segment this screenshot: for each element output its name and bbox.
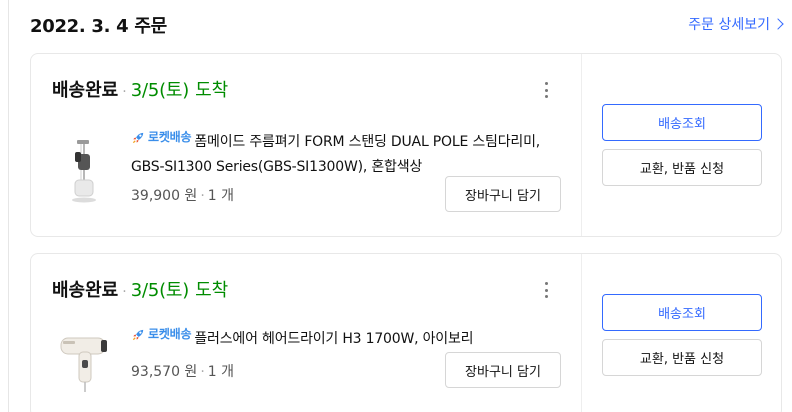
- product-info: 로켓배송 플러스에어 헤어드라이기 H3 1700W, 아이보리: [131, 322, 561, 352]
- add-to-cart-button[interactable]: 장바구니 담기: [445, 176, 561, 212]
- product-quantity: 1 개: [207, 188, 235, 204]
- arrival-label: 도착: [195, 280, 229, 301]
- product-price: 93,570 원: [131, 364, 198, 380]
- order-header: 2022. 3. 4 주문 주문 상세보기: [30, 12, 784, 37]
- product-price: 39,900 원: [131, 188, 198, 204]
- exchange-return-button[interactable]: 교환, 반품 신청: [602, 339, 762, 376]
- arrival-date: 3/5(토): [130, 80, 190, 101]
- order-detail-label[interactable]: 주문 상세보기: [688, 14, 770, 34]
- product-thumbnail[interactable]: [53, 326, 115, 396]
- delivery-status: 배송완료 · 3/5(토) 도착: [52, 76, 228, 102]
- order-item-main: 배송완료 · 3/5(토) 도착: [31, 54, 581, 236]
- status-separator: ·: [122, 284, 127, 300]
- left-divider: [8, 0, 9, 412]
- price-separator: ·: [200, 188, 205, 204]
- rocket-icon: [132, 329, 144, 341]
- status-label: 배송완료: [52, 80, 119, 101]
- status-separator: ·: [122, 84, 127, 100]
- price-separator: ·: [200, 364, 205, 380]
- order-item-actions: 배송조회 교환, 반품 신청: [581, 254, 781, 412]
- price-quantity: 93,570 원 · 1 개: [131, 361, 234, 381]
- price-quantity: 39,900 원 · 1 개: [131, 185, 234, 205]
- product-title[interactable]: 로켓배송 플러스에어 헤어드라이기 H3 1700W, 아이보리: [131, 322, 561, 352]
- order-detail-link[interactable]: 주문 상세보기: [688, 14, 784, 34]
- product-title-text[interactable]: 폼메이드 주름펴기 FORM 스탠딩 DUAL POLE 스팀다리미, GBS-…: [131, 134, 540, 175]
- exchange-return-button[interactable]: 교환, 반품 신청: [602, 149, 762, 186]
- order-item-card: 배송완료 · 3/5(토) 도착: [30, 53, 782, 237]
- arrival-label: 도착: [195, 80, 229, 101]
- product-title[interactable]: 로켓배송 폼메이드 주름펴기 FORM 스탠딩 DUAL POLE 스팀다리미,…: [131, 125, 561, 180]
- rocket-delivery-label: 로켓배송: [148, 130, 192, 144]
- order-item-card: 배송완료 · 3/5(토) 도착: [30, 253, 782, 412]
- rocket-delivery-badge: 로켓배송: [131, 322, 192, 347]
- track-delivery-button[interactable]: 배송조회: [602, 104, 762, 141]
- rocket-delivery-badge: 로켓배송: [131, 125, 192, 150]
- order-date: 2022. 3. 4 주문: [30, 16, 167, 37]
- track-delivery-button[interactable]: 배송조회: [602, 294, 762, 331]
- arrival-date: 3/5(토): [130, 280, 190, 301]
- chevron-right-icon: [772, 18, 784, 30]
- add-to-cart-button[interactable]: 장바구니 담기: [445, 352, 561, 388]
- rocket-delivery-label: 로켓배송: [148, 327, 192, 341]
- more-options-icon[interactable]: [539, 80, 553, 100]
- order-item-main: 배송완료 · 3/5(토) 도착: [31, 254, 581, 412]
- order-item-actions: 배송조회 교환, 반품 신청: [581, 54, 781, 236]
- product-thumbnail[interactable]: [53, 134, 115, 204]
- status-label: 배송완료: [52, 280, 119, 301]
- product-title-text[interactable]: 플러스에어 헤어드라이기 H3 1700W, 아이보리: [194, 331, 473, 347]
- rocket-icon: [132, 132, 144, 144]
- delivery-status: 배송완료 · 3/5(토) 도착: [52, 276, 228, 302]
- garment-steamer-icon: [72, 140, 96, 203]
- product-quantity: 1 개: [207, 364, 235, 380]
- hair-dryer-icon: [60, 337, 107, 392]
- more-options-icon[interactable]: [539, 280, 553, 300]
- product-info: 로켓배송 폼메이드 주름펴기 FORM 스탠딩 DUAL POLE 스팀다리미,…: [131, 125, 561, 180]
